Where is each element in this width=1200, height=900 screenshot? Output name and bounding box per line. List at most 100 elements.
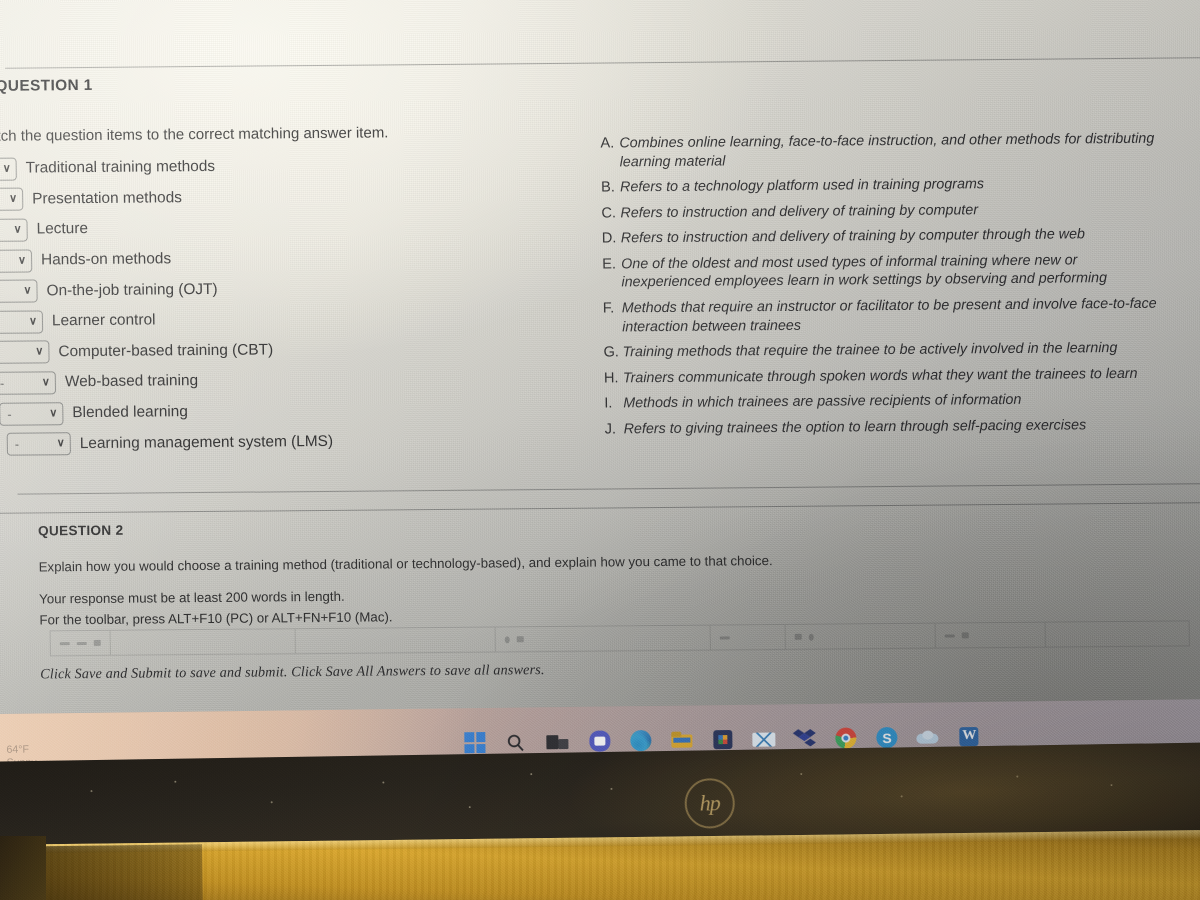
question-1-heading: QUESTION 1: [0, 76, 93, 95]
answer-letter-g: G.: [603, 344, 620, 361]
match-item-label-1: Traditional training methods: [25, 158, 216, 177]
match-item-label-2: Presentation methods: [32, 189, 183, 208]
edge-icon[interactable]: [628, 728, 653, 753]
answer-text-e: One of the oldest and most used types of…: [621, 252, 1108, 291]
table-icon[interactable]: [944, 633, 955, 638]
toolbar-group-1[interactable]: [50, 630, 111, 656]
weather-temperature: 64°F: [6, 743, 30, 756]
answer-text-d: Refers to instruction and delivery of tr…: [620, 226, 1086, 247]
answer-option: I. Methods in which trainees are passive…: [604, 390, 1164, 413]
match-select-9[interactable]: - ∨: [0, 401, 64, 426]
chevron-down-icon: ∨: [35, 345, 44, 358]
question-1-instruction: atch the question items to the correct m…: [0, 124, 389, 145]
answer-options-list: A. Combines online learning, face-to-fac…: [600, 130, 1165, 446]
answer-text-a: Combines online learning, face-to-face i…: [619, 130, 1155, 170]
save-and-submit-note: Click Save and Submit to save and submit…: [40, 662, 545, 683]
list-icon[interactable]: [504, 635, 510, 643]
toolbar-group-7[interactable]: [935, 622, 1046, 648]
matching-row: - ∨ Learning management system (LMS): [6, 425, 501, 460]
matching-row: - ∨ Hands-on methods: [0, 241, 498, 276]
matching-row: - ∨ On-the-job training (OJT): [0, 272, 499, 307]
answer-letter-f: F.: [602, 300, 615, 317]
answer-letter-i: I.: [604, 395, 613, 412]
match-item-label-6: Learner control: [51, 311, 156, 330]
match-select-3[interactable]: - ∨: [0, 218, 28, 243]
laptop-screen: QUESTION 1 atch the question items to th…: [0, 0, 1200, 776]
answer-text-i: Methods in which trainees are passive re…: [623, 392, 1022, 412]
answer-letter-e: E.: [602, 256, 617, 273]
answer-text-c: Refers to instruction and delivery of tr…: [620, 201, 979, 222]
answer-letter-a: A.: [600, 135, 615, 152]
match-select-2[interactable]: - ∨: [0, 187, 24, 212]
chevron-down-icon: ∨: [41, 376, 50, 389]
match-item-label-5: On-the-job training (OJT): [46, 280, 218, 300]
chevron-down-icon: ∨: [56, 437, 65, 450]
answer-text-b: Refers to a technology platform used in …: [619, 176, 985, 196]
bold-icon[interactable]: [59, 641, 70, 645]
answer-option: E. One of the oldest and most used types…: [602, 251, 1163, 293]
toolbar-group-3[interactable]: [295, 627, 496, 654]
match-select-7[interactable]: - ∨: [0, 340, 50, 365]
answer-letter-j: J.: [604, 421, 617, 438]
chevron-down-icon: ∨: [49, 406, 58, 419]
chevron-down-icon: ∨: [17, 254, 27, 267]
teams-icon[interactable]: [587, 728, 612, 753]
link-icon[interactable]: [794, 633, 802, 640]
answer-text-j: Refers to giving trainees the option to …: [623, 417, 1087, 438]
answer-option: G. Training methods that require the tra…: [603, 339, 1163, 362]
toolbar-group-6[interactable]: [785, 623, 936, 649]
underline-icon[interactable]: [93, 639, 101, 646]
start-icon[interactable]: [464, 730, 489, 755]
match-item-label-7: Computer-based training (CBT): [58, 341, 274, 361]
question-2-block: QUESTION 2 Explain how you would choose …: [38, 516, 920, 628]
answer-option: J. Refers to giving trainees the option …: [605, 416, 1165, 439]
task-view-icon[interactable]: [546, 729, 571, 754]
match-item-label-4: Hands-on methods: [40, 250, 172, 269]
align-icon[interactable]: [719, 635, 730, 640]
match-select-9-value: -: [7, 406, 12, 422]
match-item-label-8: Web-based training: [64, 372, 199, 391]
match-select-10[interactable]: - ∨: [6, 432, 71, 456]
search-icon[interactable]: [505, 729, 530, 754]
answer-letter-h: H.: [603, 370, 619, 387]
matching-row: - ∨ Blended learning: [0, 394, 501, 429]
match-select-8-value: -: [0, 375, 5, 391]
chevron-down-icon: ∨: [13, 223, 22, 236]
dropbox-icon[interactable]: [792, 726, 817, 751]
match-select-1[interactable]: - ∨: [0, 157, 17, 181]
answer-option: A. Combines online learning, face-to-fac…: [600, 130, 1161, 172]
matching-row: - ∨ Web-based training: [0, 364, 500, 399]
match-item-label-3: Lecture: [36, 220, 89, 238]
image-icon[interactable]: [808, 633, 814, 641]
toolbar-group-2[interactable]: [110, 629, 296, 655]
toolbar-group-4[interactable]: [495, 625, 711, 652]
matching-row: - ∨ Presentation methods: [0, 180, 497, 215]
match-item-label-9: Blended learning: [72, 403, 188, 422]
blackboard-assessment-page: QUESTION 1 atch the question items to th…: [0, 0, 1200, 776]
matching-row: - ∨ Computer-based training (CBT): [0, 333, 500, 368]
match-select-4[interactable]: - ∨: [0, 249, 33, 273]
matching-row: - ∨ Lecture: [0, 211, 498, 246]
more-icon[interactable]: [961, 632, 969, 639]
office-icon[interactable]: [710, 727, 735, 752]
photo-of-laptop-screen: QUESTION 1 atch the question items to th…: [0, 0, 1200, 900]
match-select-8[interactable]: - ∨: [0, 371, 57, 395]
chevron-down-icon: ∨: [23, 284, 32, 297]
mail-icon[interactable]: [751, 726, 776, 751]
matching-row: - ∨ Traditional training methods: [0, 149, 497, 184]
toolbar-group-5[interactable]: [710, 624, 786, 650]
italic-icon[interactable]: [76, 641, 87, 645]
match-select-10-value: -: [14, 436, 20, 452]
indent-icon[interactable]: [516, 636, 524, 643]
divider-above-question-2: [0, 502, 1200, 514]
divider-below-question-1: [17, 483, 1200, 495]
answer-text-g: Training methods that require the traine…: [622, 340, 1118, 361]
chrome-icon[interactable]: [833, 725, 858, 750]
chevron-down-icon: ∨: [2, 162, 11, 175]
answer-option: B. Refers to a technology platform used …: [601, 174, 1161, 197]
matching-row: - ∨ Learner control: [0, 302, 499, 337]
match-select-6[interactable]: - ∨: [0, 310, 44, 334]
match-select-5[interactable]: - ∨: [0, 279, 38, 304]
file-explorer-icon[interactable]: [669, 727, 694, 752]
answer-option: H. Trainers communicate through spoken w…: [604, 364, 1164, 387]
